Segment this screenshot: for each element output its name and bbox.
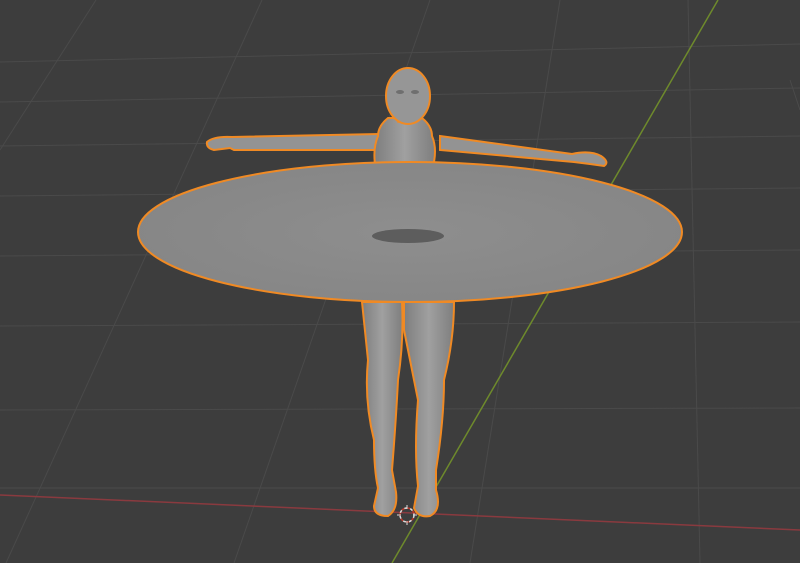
viewport-canvas[interactable]	[0, 0, 800, 563]
disc-hole	[372, 229, 444, 243]
humanoid-eye-right	[411, 90, 419, 94]
humanoid-head	[385, 67, 431, 125]
disc-mesh[interactable]	[137, 161, 683, 303]
3d-viewport[interactable]	[0, 0, 800, 563]
humanoid-left-leg	[360, 301, 404, 518]
humanoid-eye-left	[396, 90, 404, 94]
